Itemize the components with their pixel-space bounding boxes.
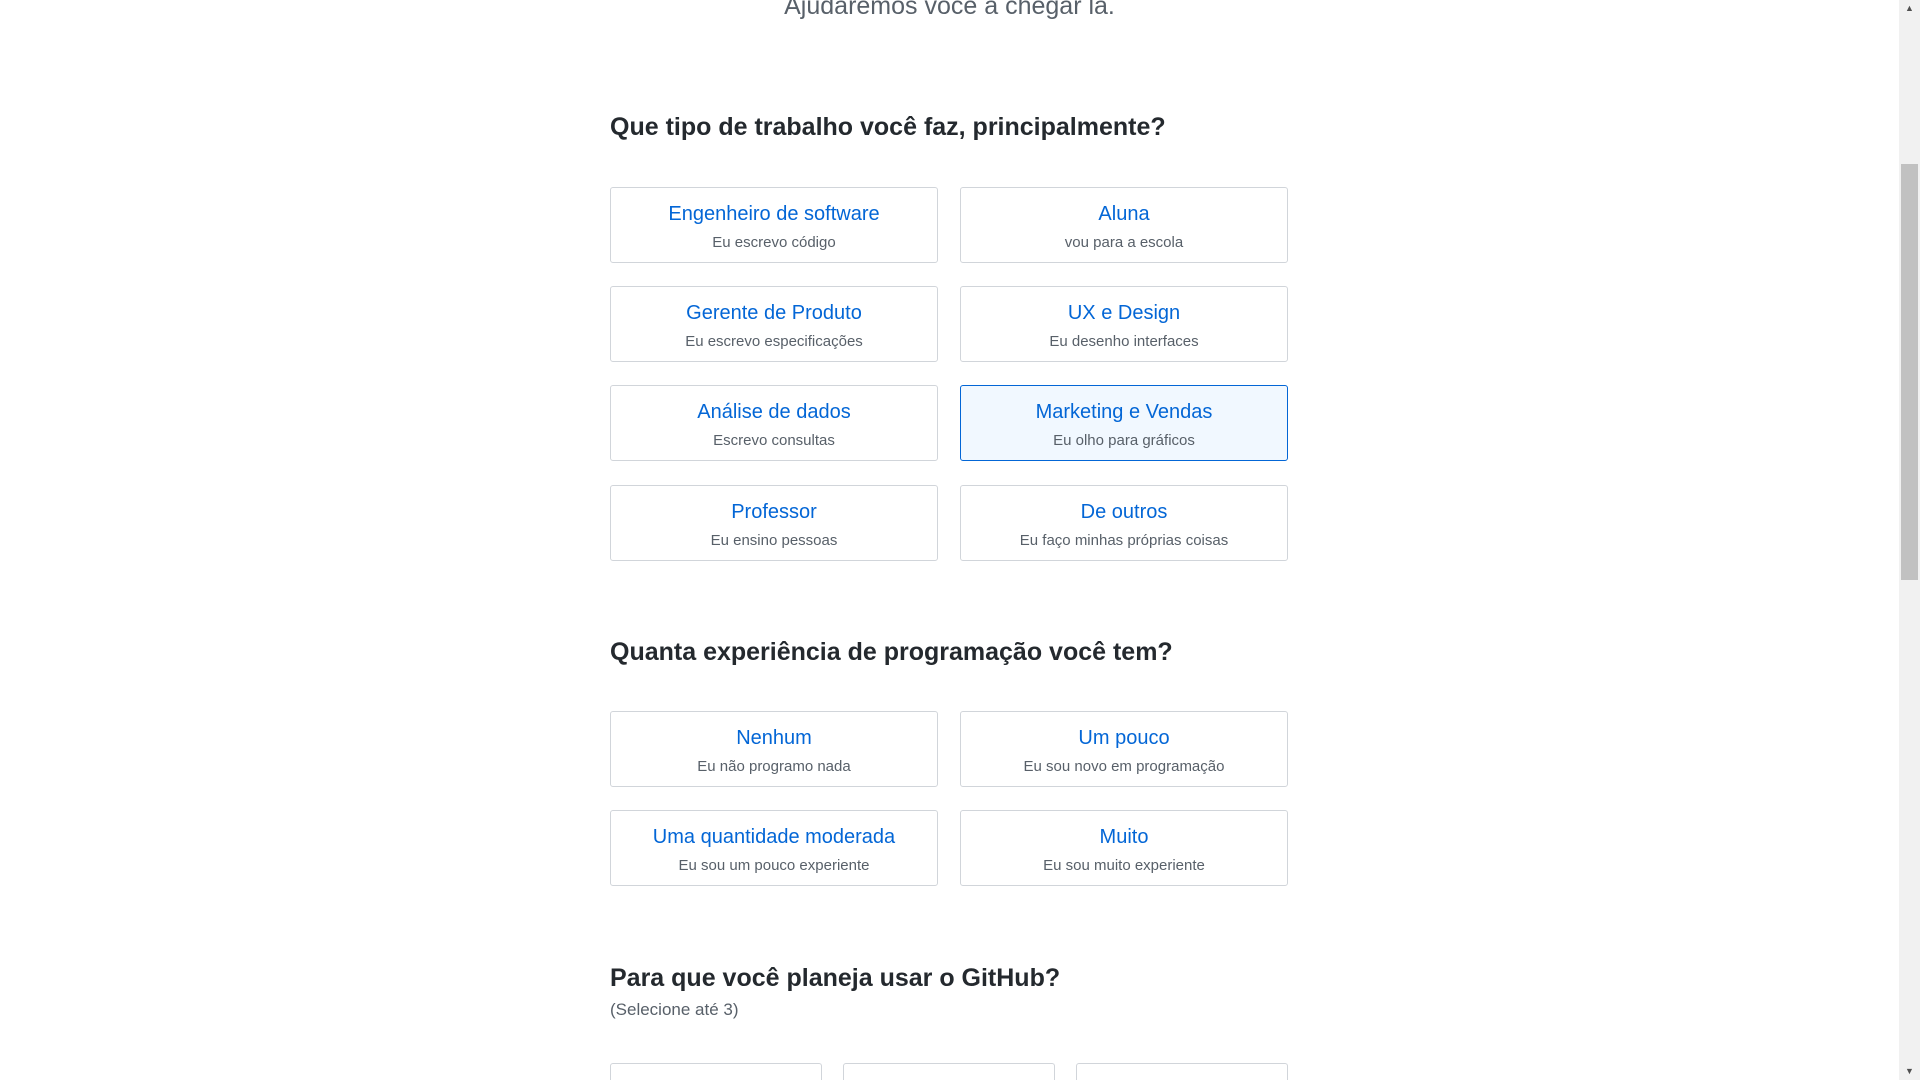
option-subtitle: Eu não programo nada xyxy=(697,758,851,775)
option-title: Nenhum xyxy=(736,727,812,749)
experience-option-none[interactable]: Nenhum Eu não programo nada xyxy=(610,711,938,787)
option-title: Gerente de Produto xyxy=(686,302,862,324)
option-title: Aluna xyxy=(1098,203,1150,225)
option-subtitle: Eu sou muito experiente xyxy=(1043,857,1205,874)
option-subtitle: Escrevo consultas xyxy=(713,432,835,449)
option-subtitle: Eu desenho interfaces xyxy=(1049,333,1199,350)
scrollbar-thumb[interactable] xyxy=(1901,164,1918,580)
option-title: UX e Design xyxy=(1067,302,1181,324)
option-title: Um pouco xyxy=(1078,727,1170,749)
option-title: Muito xyxy=(1099,826,1149,848)
option-title: Marketing e Vendas xyxy=(1035,401,1213,423)
experience-option-a-little[interactable]: Um pouco Eu sou novo em programação xyxy=(960,711,1288,787)
option-title: Engenheiro de software xyxy=(668,203,880,225)
option-subtitle: Eu sou um pouco experiente xyxy=(678,857,870,874)
option-subtitle: Eu sou novo em programação xyxy=(1023,758,1225,775)
usage-option[interactable] xyxy=(610,1063,822,1080)
work-option-student[interactable]: Aluna vou para a escola xyxy=(960,187,1288,263)
usage-option[interactable] xyxy=(1076,1063,1288,1080)
vertical-scrollbar[interactable]: ▲ ▼ xyxy=(1899,0,1920,1080)
option-subtitle: vou para a escola xyxy=(1064,234,1184,251)
option-subtitle: Eu olho para gráficos xyxy=(1053,432,1195,449)
scroll-down-icon[interactable]: ▼ xyxy=(1899,1063,1920,1080)
work-option-other[interactable]: De outros Eu faço minhas próprias coisas xyxy=(960,485,1288,561)
option-subtitle: Eu escrevo código xyxy=(712,234,836,251)
option-subtitle: Eu faço minhas próprias coisas xyxy=(1019,532,1229,549)
option-subtitle: Eu ensino pessoas xyxy=(710,532,838,549)
onboarding-form: Ajudaremos você a chegar lá. Que tipo de… xyxy=(0,0,1899,1080)
work-option-teacher[interactable]: Professor Eu ensino pessoas xyxy=(610,485,938,561)
work-option-software-engineer[interactable]: Engenheiro de software Eu escrevo código xyxy=(610,187,938,263)
usage-option[interactable] xyxy=(843,1063,1055,1080)
usage-section-hint: (Selecione até 3) xyxy=(610,1000,739,1019)
option-title: Análise de dados xyxy=(697,401,851,423)
work-option-product-manager[interactable]: Gerente de Produto Eu escrevo especifica… xyxy=(610,286,938,362)
option-subtitle: Eu escrevo especificações xyxy=(685,333,863,350)
scroll-up-icon[interactable]: ▲ xyxy=(1899,0,1920,17)
experience-option-a-lot[interactable]: Muito Eu sou muito experiente xyxy=(960,810,1288,886)
work-option-marketing-sales[interactable]: Marketing e Vendas Eu olho para gráficos xyxy=(960,385,1288,461)
experience-section-title: Quanta experiência de programação você t… xyxy=(610,638,1173,666)
work-option-data-analysis[interactable]: Análise de dados Escrevo consultas xyxy=(610,385,938,461)
option-title: De outros xyxy=(1080,501,1168,523)
page: Ajudaremos você a chegar lá. Que tipo de… xyxy=(0,0,1920,1080)
usage-section-title: Para que você planeja usar o GitHub? xyxy=(610,964,1061,992)
experience-option-moderate[interactable]: Uma quantidade moderada Eu sou um pouco … xyxy=(610,810,938,886)
work-section-title: Que tipo de trabalho você faz, principal… xyxy=(610,113,1166,141)
work-option-ux-design[interactable]: UX e Design Eu desenho interfaces xyxy=(960,286,1288,362)
option-title: Uma quantidade moderada xyxy=(652,826,896,848)
option-title: Professor xyxy=(731,501,817,523)
page-subtitle: Ajudaremos você a chegar lá. xyxy=(784,0,1115,20)
